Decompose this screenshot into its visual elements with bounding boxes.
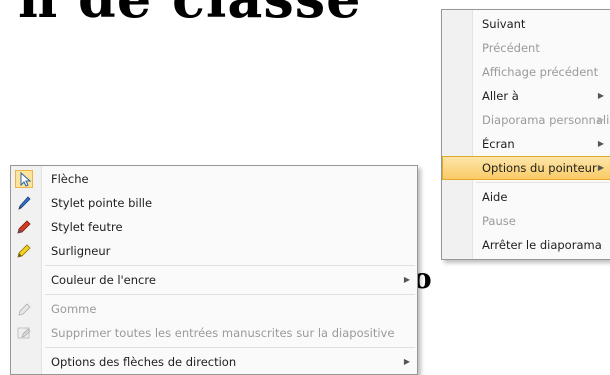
menu-item-label: Précédent xyxy=(482,41,540,55)
chevron-right-icon: ▶ xyxy=(597,91,604,100)
submenu-item-eraser: Gomme xyxy=(11,297,417,321)
submenu-item-arrow[interactable]: Flèche xyxy=(11,167,417,191)
submenu-item-label: Stylet pointe bille xyxy=(51,196,153,210)
submenu-item-label: Stylet feutre xyxy=(51,220,123,234)
menu-item-screen[interactable]: Écran ▶ xyxy=(442,132,610,156)
submenu-item-ballpoint-pen[interactable]: Stylet pointe bille xyxy=(11,191,417,215)
chevron-right-icon: ▶ xyxy=(403,357,410,366)
chevron-right-icon: ▶ xyxy=(403,275,410,284)
menu-separator xyxy=(45,347,415,348)
highlighter-icon xyxy=(15,242,33,260)
menu-item-custom-show: Diaporama personnalisé ▶ xyxy=(442,108,610,132)
menu-item-last-viewed: Affichage précédent xyxy=(442,60,610,84)
submenu-item-felt-pen[interactable]: Stylet feutre xyxy=(11,215,417,239)
submenu-item-ink-color[interactable]: Couleur de l'encre ▶ xyxy=(11,268,417,292)
menu-item-pointer-options[interactable]: Options du pointeur ▶ xyxy=(442,156,610,180)
menu-separator xyxy=(45,265,415,266)
menu-item-pause: Pause xyxy=(442,209,610,233)
menu-item-help[interactable]: Aide xyxy=(442,185,610,209)
felt-tip-pen-icon xyxy=(15,218,33,236)
ballpoint-pen-icon xyxy=(15,194,33,212)
menu-item-next[interactable]: Suivant xyxy=(442,12,610,36)
arrow-pointer-icon xyxy=(15,170,33,188)
menu-separator xyxy=(45,294,415,295)
menu-item-end-show[interactable]: Arrêter le diaporama xyxy=(442,233,610,257)
menu-separator xyxy=(476,182,609,183)
menu-item-previous: Précédent xyxy=(442,36,610,60)
menu-item-label: Aide xyxy=(482,190,508,204)
menu-item-label: Pause xyxy=(482,214,516,228)
submenu-item-label: Couleur de l'encre xyxy=(51,273,156,287)
submenu-item-label: Options des flèches de direction xyxy=(51,355,237,369)
submenu-item-label: Gomme xyxy=(51,302,97,316)
submenu-item-label: Flèche xyxy=(51,172,89,186)
submenu-item-label: Surligneur xyxy=(51,244,111,258)
submenu-item-arrow-options[interactable]: Options des flèches de direction ▶ xyxy=(11,350,417,374)
slideshow-context-menu: Suivant Précédent Affichage précédent Al… xyxy=(441,9,610,260)
submenu-item-label: Supprimer toutes les entrées manuscrites… xyxy=(51,326,395,340)
menu-item-label: Diaporama personnalisé xyxy=(482,113,610,127)
menu-item-label: Options du pointeur xyxy=(482,161,597,175)
menu-item-label: Suivant xyxy=(482,17,526,31)
submenu-item-erase-all: Supprimer toutes les entrées manuscrites… xyxy=(11,321,417,345)
menu-item-label: Aller à xyxy=(482,89,519,103)
submenu-item-highlighter[interactable]: Surligneur xyxy=(11,239,417,263)
chevron-right-icon: ▶ xyxy=(597,139,604,148)
chevron-right-icon: ▶ xyxy=(597,115,604,124)
chevron-right-icon: ▶ xyxy=(597,163,604,172)
menu-item-label: Affichage précédent xyxy=(482,65,599,79)
pointer-options-submenu: Flèche Stylet pointe bille Stylet feutre… xyxy=(10,165,418,375)
menu-item-go-to[interactable]: Aller à ▶ xyxy=(442,84,610,108)
erase-all-icon xyxy=(15,324,33,342)
eraser-icon xyxy=(15,300,33,318)
menu-item-label: Arrêter le diaporama xyxy=(482,238,602,252)
menu-item-label: Écran xyxy=(482,137,515,151)
slide-title: n de classe xyxy=(18,0,362,30)
